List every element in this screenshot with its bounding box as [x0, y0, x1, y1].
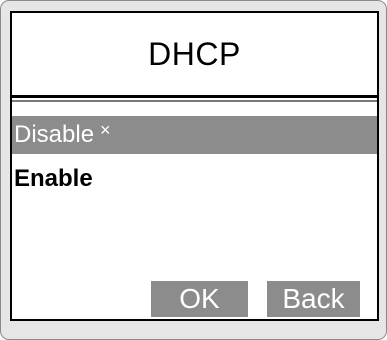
title-bar: DHCP [12, 13, 377, 95]
option-enable[interactable]: Enable [12, 160, 377, 198]
ok-button[interactable]: OK [151, 281, 248, 317]
selected-mark-icon: × [100, 120, 111, 140]
option-disable[interactable]: Disable × [12, 116, 377, 154]
back-button[interactable]: Back [267, 281, 360, 317]
title-divider-shadow [12, 100, 377, 102]
option-label: Disable [14, 121, 95, 148]
device-frame: DHCP Disable × Enable OK Back [0, 0, 387, 340]
option-list: Disable × Enable [12, 116, 377, 198]
lcd-screen: DHCP Disable × Enable OK Back [10, 11, 379, 321]
title-divider [12, 95, 377, 98]
screen-title: DHCP [148, 35, 241, 72]
option-label: Enable [14, 165, 93, 192]
